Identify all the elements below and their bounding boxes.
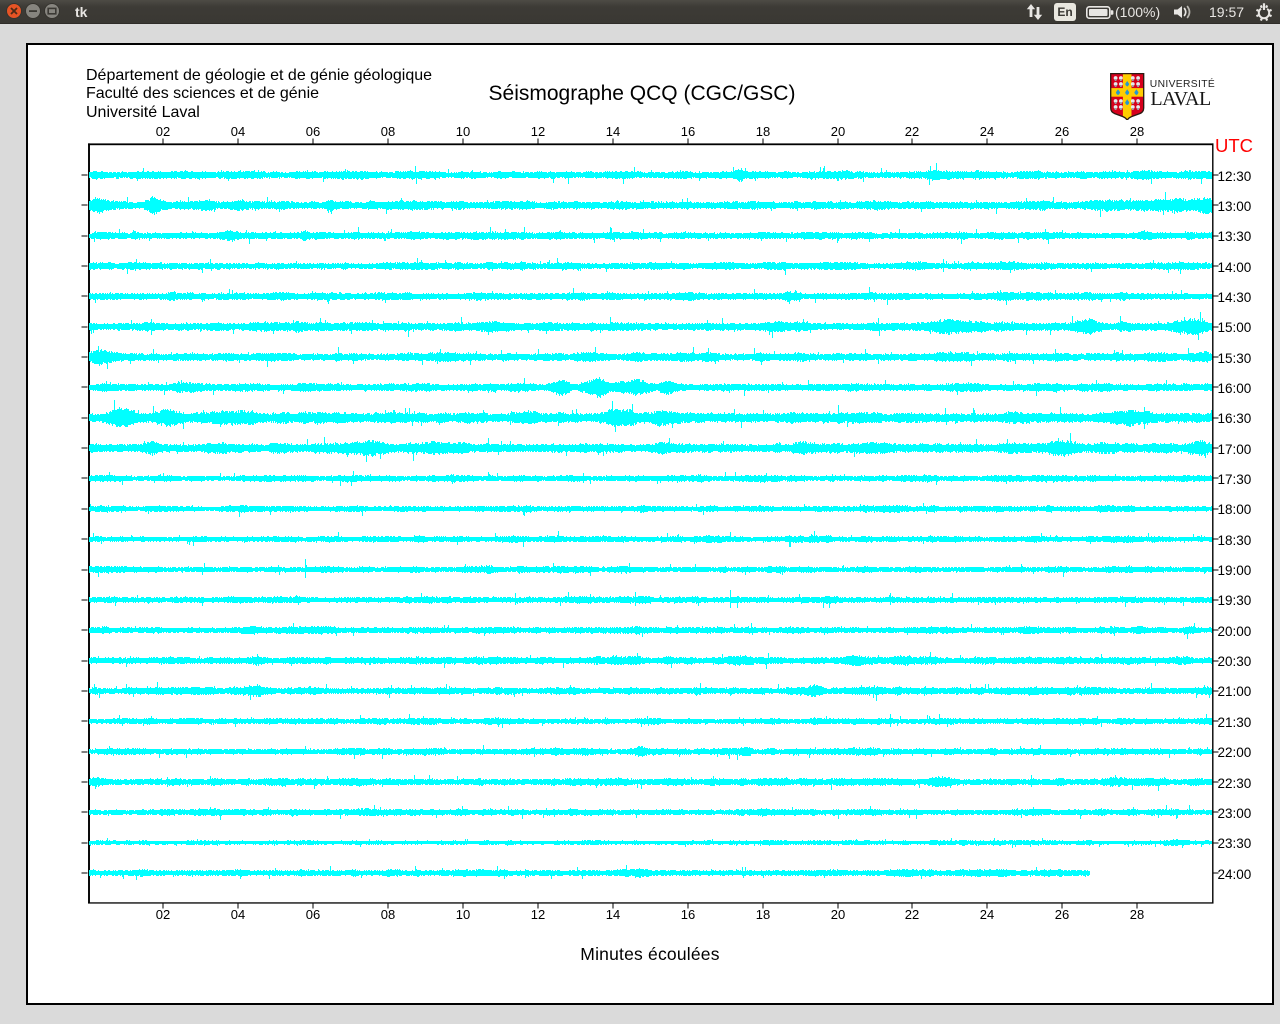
svg-text:LAVAL: LAVAL bbox=[1150, 88, 1211, 110]
